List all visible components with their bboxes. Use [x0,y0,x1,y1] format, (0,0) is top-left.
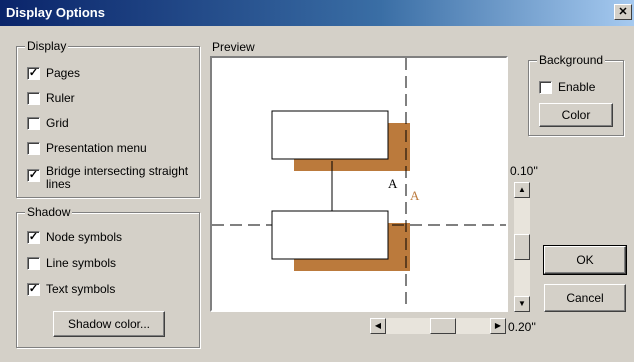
horizontal-offset-value: 0.20'' [508,320,536,334]
ruler-checkbox[interactable] [27,92,40,105]
text-symbols-checkbox[interactable]: ✓ [27,283,40,296]
cancel-button[interactable]: Cancel [544,284,626,312]
node-bottom [271,210,389,260]
pages-option[interactable]: ✓ Pages [27,67,80,80]
shadow-legend: Shadow [25,205,73,219]
horizontal-offset-scrollbar[interactable]: ◀ ▶ [370,318,506,334]
background-legend: Background [537,53,606,67]
window-title: Display Options [6,5,105,20]
background-enable-option[interactable]: Enable [539,81,595,94]
grid-option[interactable]: Grid [27,117,69,130]
pages-label: Pages [46,66,81,80]
grid-checkbox[interactable] [27,117,40,130]
display-group: Display ✓ Pages Ruler Grid Presentation … [16,39,200,198]
preview-label: Preview [212,40,255,54]
title-bar: Display Options ✕ [0,0,634,26]
pages-checkbox[interactable]: ✓ [27,67,40,80]
background-color-button[interactable]: Color [539,103,613,127]
text-symbols-option[interactable]: ✓ Text symbols [27,283,115,296]
bridge-lines-label: Bridge intersecting straight lines [46,164,189,191]
bridge-lines-option[interactable]: ✓ Bridge intersecting straight lines [27,165,197,191]
presentation-menu-label: Presentation menu [46,141,147,155]
node-symbols-option[interactable]: ✓ Node symbols [27,231,122,244]
scroll-up-icon[interactable]: ▲ [514,182,530,198]
horizontal-offset-thumb[interactable] [430,318,456,334]
node-top [271,110,389,160]
display-legend: Display [25,39,69,53]
line-symbols-option[interactable]: Line symbols [27,257,116,270]
ruler-option[interactable]: Ruler [27,92,75,105]
preview-pane: A A [210,56,508,312]
line-symbols-label: Line symbols [46,256,117,270]
background-group: Background Enable Color [528,53,624,136]
vertical-offset-scrollbar[interactable]: ▲ ▼ [514,182,530,312]
node-symbols-label: Node symbols [46,230,123,244]
text-symbols-label: Text symbols [46,282,116,296]
scroll-right-icon[interactable]: ▶ [490,318,506,334]
bridge-lines-checkbox[interactable]: ✓ [27,169,40,182]
vertical-offset-thumb[interactable] [514,234,530,260]
preview-canvas: A A [212,58,506,310]
background-enable-label: Enable [558,80,596,94]
background-enable-checkbox[interactable] [539,81,552,94]
shadow-color-button[interactable]: Shadow color... [53,311,165,337]
line-symbols-checkbox[interactable] [27,257,40,270]
ruler-label: Ruler [46,91,75,105]
preview-text: A [388,176,398,191]
preview-text-shadow: A [410,188,420,203]
presentation-menu-option[interactable]: Presentation menu [27,142,147,155]
scroll-down-icon[interactable]: ▼ [514,296,530,312]
ok-button[interactable]: OK [543,245,627,275]
presentation-menu-checkbox[interactable] [27,142,40,155]
grid-label: Grid [46,116,69,130]
shadow-group: Shadow ✓ Node symbols Line symbols ✓ Tex… [16,205,200,348]
close-icon[interactable]: ✕ [614,4,632,20]
scroll-left-icon[interactable]: ◀ [370,318,386,334]
node-symbols-checkbox[interactable]: ✓ [27,231,40,244]
vertical-offset-value: 0.10'' [510,164,538,178]
